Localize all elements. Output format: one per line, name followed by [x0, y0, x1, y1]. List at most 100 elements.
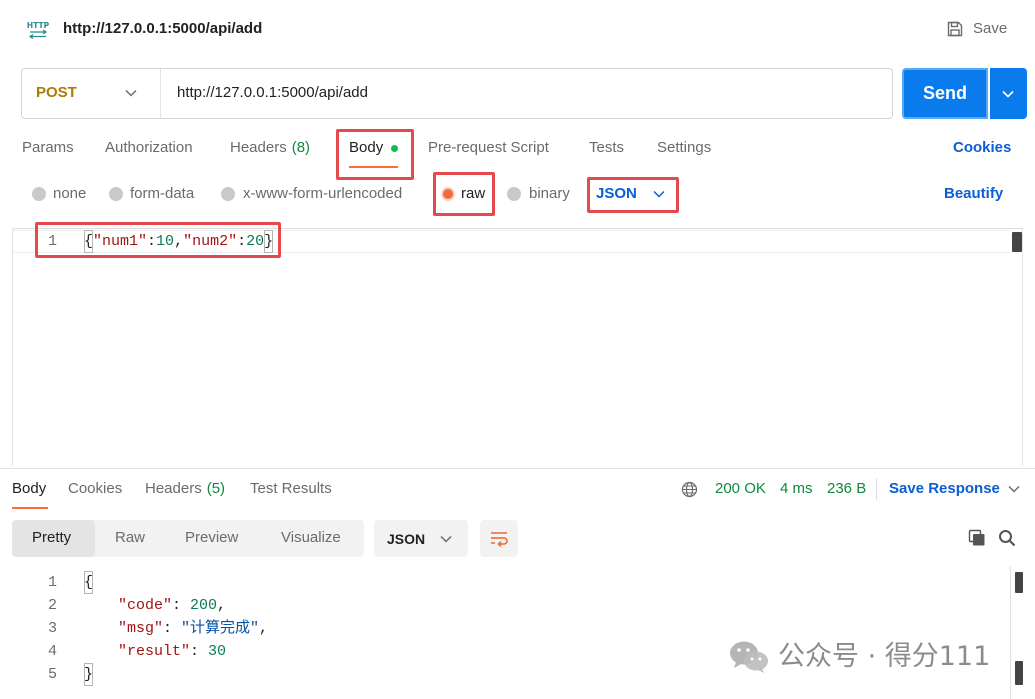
- beautify-link[interactable]: Beautify: [944, 184, 1003, 204]
- body-type-none-label[interactable]: none: [53, 184, 86, 204]
- json-comma: ,: [174, 233, 184, 250]
- url-value: http://127.0.0.1:5000/api/add: [177, 84, 368, 101]
- save-response-label: Save Response: [889, 480, 1000, 497]
- response-time[interactable]: 4 ms: [780, 479, 813, 499]
- request-bar: POST http://127.0.0.1:5000/api/add: [21, 68, 893, 119]
- body-type-form-data-label[interactable]: form-data: [130, 184, 194, 204]
- wrap-lines-button[interactable]: [480, 520, 518, 557]
- search-icon[interactable]: [998, 529, 1016, 547]
- scrollbar-track: [1010, 566, 1011, 699]
- json-string: "计算完成": [181, 620, 260, 637]
- tab-settings[interactable]: Settings: [657, 138, 711, 158]
- json-number: 10: [156, 233, 175, 250]
- response-tab-body[interactable]: Body: [12, 479, 46, 499]
- body-type-binary-label[interactable]: binary: [529, 184, 570, 204]
- response-format-dropdown[interactable]: JSON: [374, 520, 468, 557]
- tab-headers-label: Headers: [230, 139, 287, 156]
- json-number: 20: [246, 233, 265, 250]
- radio-x-www-form-urlencoded[interactable]: [221, 187, 235, 201]
- mode-preview-button[interactable]: Preview: [185, 528, 238, 548]
- json-key: "result": [118, 643, 191, 660]
- tab-body-active-underline: [349, 166, 398, 168]
- tab-params[interactable]: Params: [22, 138, 74, 158]
- mode-pretty-label[interactable]: Pretty: [32, 528, 71, 548]
- line-number: 3: [47, 620, 57, 637]
- body-format-label: JSON: [596, 185, 637, 202]
- response-scrollbar-thumb[interactable]: [1015, 572, 1023, 593]
- save-response-button[interactable]: Save Response: [889, 479, 1021, 499]
- response-tab-test-results[interactable]: Test Results: [250, 479, 332, 499]
- save-label: Save: [973, 20, 1008, 37]
- json-key: "code": [118, 597, 173, 614]
- chevron-down-icon: [1002, 90, 1014, 98]
- json-colon: :: [237, 233, 247, 250]
- json-colon: :: [147, 233, 157, 250]
- response-tab-headers[interactable]: Headers (5): [145, 479, 225, 499]
- radio-raw[interactable]: [441, 187, 455, 201]
- json-key: "num1": [93, 233, 148, 250]
- chevron-down-icon: [653, 190, 665, 198]
- method-select[interactable]: POST: [22, 69, 160, 118]
- mode-visualize-button[interactable]: Visualize: [281, 528, 341, 548]
- globe-icon[interactable]: [681, 481, 698, 498]
- json-comma: ,: [259, 620, 269, 637]
- tab-tests[interactable]: Tests: [589, 138, 624, 158]
- chevron-down-icon: [125, 89, 137, 97]
- wrap-lines-icon: [491, 532, 508, 548]
- json-key: "num2": [183, 233, 238, 250]
- tab-pre-request-script[interactable]: Pre-request Script: [428, 138, 549, 158]
- url-input[interactable]: http://127.0.0.1:5000/api/add: [161, 69, 892, 118]
- response-tab-headers-label: Headers: [145, 480, 202, 497]
- send-options-button[interactable]: [990, 68, 1027, 119]
- response-line: "result" : 30: [84, 640, 226, 663]
- body-type-raw-label[interactable]: raw: [461, 184, 485, 204]
- line-number: 1: [47, 233, 57, 250]
- response-format-label: JSON: [387, 531, 426, 547]
- editor-scrollbar[interactable]: [1012, 232, 1022, 252]
- radio-none[interactable]: [32, 187, 46, 201]
- radio-binary[interactable]: [507, 187, 521, 201]
- tab-body-indicator-dot: [391, 145, 398, 152]
- json-brace: }: [264, 230, 274, 253]
- body-format-dropdown[interactable]: JSON: [592, 182, 674, 208]
- json-number: 200: [190, 597, 218, 614]
- save-button[interactable]: Save: [944, 18, 1010, 40]
- json-brace: }: [84, 663, 94, 686]
- request-title[interactable]: http://127.0.0.1:5000/api/add: [63, 19, 262, 39]
- response-tab-body-underline: [12, 507, 48, 509]
- mode-raw-button[interactable]: Raw: [115, 528, 145, 548]
- response-line: }: [84, 663, 94, 686]
- tab-body[interactable]: Body: [349, 138, 383, 158]
- watermark-text: 公众号 · 得分111: [778, 641, 991, 672]
- response-line: {: [84, 571, 94, 594]
- send-button[interactable]: Send: [902, 68, 988, 119]
- http-icon-label: HTTP: [27, 21, 50, 30]
- tab-headers[interactable]: Headers (8): [230, 138, 310, 158]
- meta-divider: [876, 478, 877, 500]
- response-line: "msg" : "计算完成" ,: [84, 617, 268, 640]
- chevron-down-icon: [1008, 485, 1020, 493]
- status-code[interactable]: 200 OK: [715, 479, 766, 499]
- response-line: "code" : 200 ,: [84, 594, 226, 617]
- line-number: 5: [47, 666, 57, 683]
- tab-authorization[interactable]: Authorization: [105, 138, 193, 158]
- line-number: 2: [47, 597, 57, 614]
- request-body-editor[interactable]: [12, 228, 1023, 466]
- response-size[interactable]: 236 B: [827, 479, 866, 499]
- chevron-down-icon: [440, 535, 452, 543]
- cookies-link[interactable]: Cookies: [953, 138, 1011, 158]
- body-type-urlencoded-label[interactable]: x-www-form-urlencoded: [243, 184, 402, 204]
- line-number: 1: [47, 574, 57, 591]
- method-label: POST: [36, 84, 77, 101]
- tab-headers-count: (8): [291, 139, 311, 156]
- save-icon: [947, 21, 963, 37]
- http-icon: HTTP: [27, 21, 50, 39]
- request-body-line[interactable]: { "num1" : 10 , "num2" : 20 }: [84, 230, 274, 253]
- copy-icon[interactable]: [968, 529, 986, 547]
- json-colon: :: [163, 620, 182, 637]
- json-colon: :: [190, 643, 209, 660]
- radio-form-data[interactable]: [109, 187, 123, 201]
- json-brace: {: [84, 230, 94, 253]
- response-tab-cookies[interactable]: Cookies: [68, 479, 122, 499]
- wechat-icon: [730, 641, 768, 673]
